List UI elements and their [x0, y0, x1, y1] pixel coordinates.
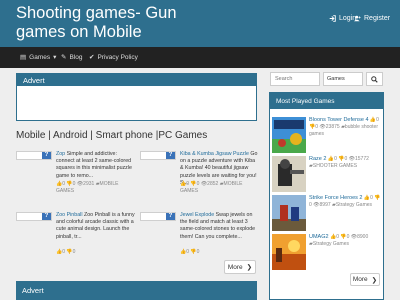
game-stats: 👍0 👎0 👁2852 ▰MOBILE GAMES [180, 181, 243, 194]
most-played-panel: Most Played Games Bloons Tower Defense 4… [269, 92, 384, 300]
game-thumbnail[interactable]: ? [140, 151, 176, 160]
most-played-item[interactable]: Raze 2 👍0 👎0 👁15772 ▰SHOOTER GAMES [272, 156, 382, 194]
game-title-link[interactable]: Zop [56, 151, 65, 157]
game-stats: 👍0 👎0 [180, 249, 200, 255]
advert-panel: Advert [16, 73, 257, 121]
game-title-link[interactable]: UMAG2 [309, 234, 329, 240]
search-button[interactable] [366, 72, 383, 86]
broken-image-icon: ? [42, 213, 51, 220]
game-thumbnail[interactable]: ? [16, 151, 52, 160]
most-played-item[interactable]: Strike Force Heroes 2 👍0 👎0 👁8997 ▰Strat… [272, 195, 382, 233]
game-card[interactable]: ? Jewel Explode Swap jewels on the field… [140, 212, 260, 262]
list-icon: ▤ [20, 54, 27, 61]
game-thumbnail[interactable] [272, 156, 306, 192]
game-title-link[interactable]: Jewel Explode [180, 212, 214, 218]
game-card[interactable]: ? Kiba & Kumba Jigsaw Puzzle Go on a puz… [140, 151, 260, 201]
check-icon: ✔ [89, 54, 95, 61]
broken-image-icon: ? [42, 152, 51, 159]
game-title-link[interactable]: Kiba & Kumba Jigsaw Puzzle [180, 151, 249, 157]
most-played-item[interactable]: UMAG2 👍0 👎0 👁8900 ▰Strategy Games [272, 234, 382, 272]
game-thumbnail[interactable] [272, 195, 306, 231]
login-link[interactable]: Login [329, 15, 356, 22]
more-games-button[interactable]: More ❯ [224, 260, 256, 274]
game-title-link[interactable]: Strike Force Heroes 2 [309, 195, 363, 201]
game-title-link[interactable]: Raze 2 [309, 156, 326, 162]
game-category-link[interactable]: Strategy Games [336, 202, 372, 208]
caret-down-icon: ▾ [53, 54, 57, 61]
game-title-link[interactable]: Zoo Pinball [56, 212, 83, 218]
search-category-select[interactable]: Games [323, 72, 363, 86]
game-title-link[interactable]: Bloons Tower Defense 4 [309, 117, 369, 123]
chevron-right-icon: ❯ [371, 276, 378, 284]
thumbs-down-icon[interactable]: 👎 [374, 195, 380, 201]
search-icon [371, 75, 378, 83]
game-description: Simple and addictive: connect at least 2… [56, 151, 132, 179]
main-navbar: ▤ Games ▾ ✎ Blog ✔ Privacy Policy [0, 47, 400, 68]
chevron-right-icon: ❯ [246, 264, 253, 271]
site-title[interactable]: Shooting games- Gun games on Mobile [16, 4, 216, 42]
nav-games-dropdown[interactable]: ▤ Games ▾ [20, 53, 57, 62]
user-plus-icon [354, 15, 361, 22]
most-played-heading: Most Played Games [270, 93, 383, 109]
login-icon [329, 15, 336, 22]
game-card[interactable]: ? Zop Simple and addictive: connect at l… [16, 151, 136, 201]
section-heading: Mobile | Android | Smart phone |PC Games [16, 130, 208, 141]
game-category-link[interactable]: SHOOTER GAMES [313, 163, 357, 169]
game-thumbnail[interactable] [272, 117, 306, 153]
game-stats: 👍0 👎0 👁2931 ▰MOBILE GAMES [56, 181, 119, 194]
advert-panel-bottom: Advert [16, 281, 257, 300]
site-header: Shooting games- Gun games on Mobile Logi… [0, 0, 400, 47]
more-most-played-button[interactable]: More ❯ [350, 273, 380, 286]
game-category-link[interactable]: Strategy Games [313, 241, 349, 247]
most-played-item[interactable]: Bloons Tower Defense 4 👍0 👎0 👁23875 ▰bub… [272, 117, 382, 155]
game-thumbnail[interactable] [272, 234, 306, 270]
pencil-icon: ✎ [61, 54, 67, 61]
broken-image-icon: ? [166, 213, 175, 220]
advert-heading: Advert [17, 74, 256, 86]
game-thumbnail[interactable]: ? [140, 212, 176, 221]
game-stats: 👍0 👎0 [56, 249, 76, 255]
register-link[interactable]: Register [354, 15, 390, 22]
game-card[interactable]: ? Zoo Pinball Zoo Pinball is a funny and… [16, 212, 136, 262]
search-input[interactable] [270, 72, 320, 86]
nav-blog[interactable]: ✎ Blog [61, 53, 82, 62]
game-thumbnail[interactable]: ? [16, 212, 52, 221]
broken-image-icon: ? [166, 152, 175, 159]
nav-privacy-policy[interactable]: ✔ Privacy Policy [89, 53, 138, 62]
